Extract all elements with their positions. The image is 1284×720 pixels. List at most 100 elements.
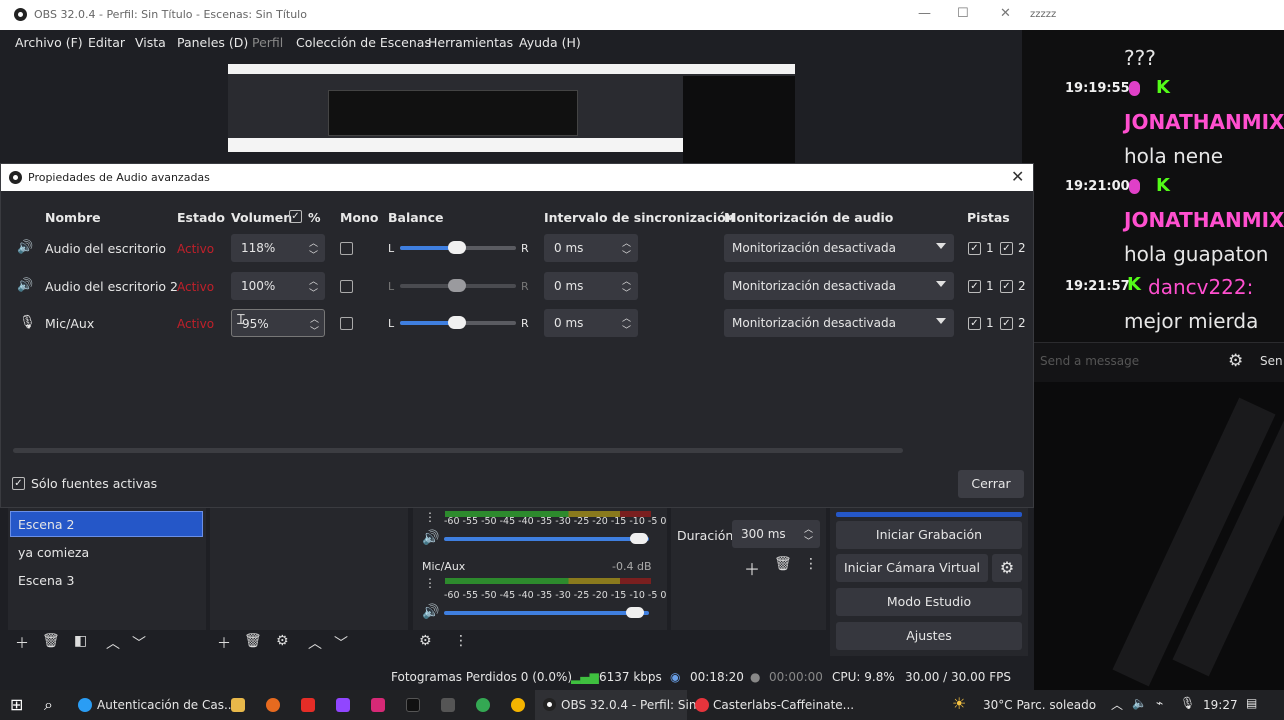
send-button[interactable]: Sen (1260, 354, 1283, 368)
weather-text[interactable]: 30°C Parc. soleado (983, 698, 1096, 712)
track-2-checkbox[interactable]: ✓ (1000, 242, 1013, 255)
transition-options-icon[interactable]: ⋮ (804, 556, 818, 572)
taskbar-app-auth[interactable]: Autenticación de Cas... (97, 698, 235, 712)
remove-source-icon[interactable]: 🗑 (244, 633, 262, 649)
close-icon[interactable]: ✕ (1000, 6, 1011, 21)
file-explorer-icon[interactable] (231, 698, 245, 712)
settings-button[interactable]: Ajustes (836, 622, 1022, 650)
balance-handle[interactable] (448, 279, 466, 292)
menu-ayuda[interactable]: Ayuda (H) (519, 35, 581, 50)
mono-checkbox[interactable] (340, 242, 353, 255)
tiktok-icon[interactable] (406, 698, 420, 712)
track-1-checkbox[interactable]: ✓ (968, 317, 981, 330)
volume-slider[interactable] (444, 533, 649, 544)
gear-icon[interactable]: ⚙ (1228, 351, 1243, 371)
mixer-options-icon[interactable]: ⋮ (454, 633, 468, 649)
menu-perfil[interactable]: Perfil (252, 35, 283, 50)
twitch-icon[interactable] (336, 698, 350, 712)
clock[interactable]: 19:27 (1203, 698, 1238, 712)
studio-mode-button[interactable]: Modo Estudio (836, 588, 1022, 616)
add-source-icon[interactable]: ＋ (217, 633, 231, 653)
monitoring-dropdown[interactable]: Monitorización desactivada (724, 234, 954, 262)
minimize-icon[interactable]: — (918, 6, 931, 21)
volume-spinbox[interactable]: 118% ︿ ﹀ (231, 234, 325, 262)
scene-item[interactable]: Escena 2 (18, 517, 74, 532)
spin-down-icon[interactable]: ﹀ (310, 324, 319, 337)
menu-paneles[interactable]: Paneles (D) (177, 35, 248, 50)
preview-canvas[interactable] (228, 64, 795, 164)
start-virtual-camera-button[interactable]: Iniciar Cámara Virtual (836, 554, 988, 582)
close-button[interactable]: Cerrar (958, 470, 1024, 498)
balance-slider[interactable] (400, 279, 516, 292)
scene-item[interactable]: Escena 3 (18, 573, 74, 588)
chat-message-input[interactable]: Send a message (1040, 354, 1139, 368)
search-icon[interactable]: ⌕ (44, 695, 53, 715)
horizontal-scrollbar[interactable] (13, 448, 903, 453)
chrome-icon[interactable] (476, 698, 490, 712)
taskbar-app-casterlabs[interactable]: Casterlabs-Caffeinate... (713, 698, 854, 712)
active-only-checkbox[interactable]: ✓ (12, 477, 25, 490)
volume-slider-handle[interactable] (626, 607, 644, 618)
spin-down-icon[interactable]: ﹀ (309, 248, 318, 261)
menu-editar[interactable]: Editar (88, 35, 125, 50)
volume-slider[interactable] (444, 607, 649, 618)
network-tray-icon[interactable]: ⌁ (1156, 696, 1163, 710)
volume-tray-icon[interactable]: 🔈 (1132, 696, 1147, 710)
spin-down-icon[interactable]: ﹀ (622, 248, 631, 261)
volume-spinbox[interactable]: 95% ︿ ﹀ (231, 309, 325, 337)
mono-checkbox[interactable] (340, 280, 353, 293)
start-recording-button[interactable]: Iniciar Grabación (836, 521, 1022, 549)
maximize-icon[interactable]: ☐ (957, 6, 969, 21)
mixer-menu-icon[interactable]: ⋮ (424, 510, 436, 524)
source-properties-icon[interactable]: ⚙ (276, 633, 289, 649)
taskbar-app-icon[interactable] (441, 698, 455, 712)
duration-spinbox[interactable]: 300 ms ︿ ﹀ (732, 520, 820, 548)
menu-coleccion-escenas[interactable]: Colección de Escenas (296, 35, 431, 50)
sync-offset-spinbox[interactable]: 0 ms ︿ ﹀ (544, 234, 638, 262)
balance-slider[interactable] (400, 316, 516, 329)
add-scene-icon[interactable]: ＋ (15, 633, 29, 653)
track-2-checkbox[interactable]: ✓ (1000, 317, 1013, 330)
mic-tray-icon[interactable]: 🎙 (1180, 696, 1195, 710)
track-2-checkbox[interactable]: ✓ (1000, 280, 1013, 293)
speaker-icon[interactable]: 🔊 (422, 604, 439, 620)
firefox-icon[interactable] (266, 698, 280, 712)
spin-down-icon[interactable]: ﹀ (309, 286, 318, 299)
chrome-canary-icon[interactable] (511, 698, 525, 712)
spin-down-icon[interactable]: ﹀ (622, 286, 631, 299)
balance-handle[interactable] (448, 316, 466, 329)
move-down-icon[interactable]: ﹀ (132, 633, 146, 653)
browser-edge-icon[interactable] (78, 698, 92, 712)
menu-vista[interactable]: Vista (135, 35, 166, 50)
volume-slider-handle[interactable] (630, 533, 648, 544)
casterlabs-icon[interactable] (695, 698, 709, 712)
chat-username[interactable]: JONATHANMIXI (1124, 110, 1284, 134)
spin-down-icon[interactable]: ﹀ (804, 534, 813, 547)
advanced-audio-icon[interactable]: ⚙ (419, 633, 432, 649)
add-transition-icon[interactable]: ＋ (744, 556, 760, 580)
spin-down-icon[interactable]: ﹀ (622, 323, 631, 336)
monitoring-dropdown[interactable]: Monitorización desactivada (724, 272, 954, 300)
source-down-icon[interactable]: ﹀ (334, 633, 348, 653)
track-1-checkbox[interactable]: ✓ (968, 242, 981, 255)
menu-herramientas[interactable]: Herramientas (428, 35, 513, 50)
sync-offset-spinbox[interactable]: 0 ms ︿ ﹀ (544, 309, 638, 337)
mono-checkbox[interactable] (340, 317, 353, 330)
scene-filters-icon[interactable]: ◧ (74, 633, 87, 649)
sync-offset-spinbox[interactable]: 0 ms ︿ ﹀ (544, 272, 638, 300)
scene-item[interactable]: ya comieza (18, 545, 89, 560)
notifications-icon[interactable]: ▤ (1246, 696, 1257, 710)
mixer-menu-icon[interactable]: ⋮ (424, 576, 436, 590)
monitoring-dropdown[interactable]: Monitorización desactivada (724, 309, 954, 337)
close-icon[interactable]: ✕ (1011, 167, 1024, 186)
speaker-icon[interactable]: 🔊 (422, 530, 439, 546)
taskbar-app-obs-active[interactable]: OBS 32.0.4 - Perfil: Sin... (535, 690, 708, 720)
track-1-checkbox[interactable]: ✓ (968, 280, 981, 293)
chat-username[interactable]: dancv222: (1148, 275, 1253, 299)
move-up-icon[interactable]: ︿ (106, 633, 120, 653)
volume-percent-checkbox[interactable]: ✓ (289, 210, 302, 223)
remove-transition-icon[interactable]: 🗑 (774, 556, 792, 572)
chat-username[interactable]: JONATHANMIXI (1124, 208, 1284, 232)
tray-chevron-icon[interactable]: ︿ (1111, 696, 1123, 713)
source-up-icon[interactable]: ︿ (308, 633, 322, 653)
